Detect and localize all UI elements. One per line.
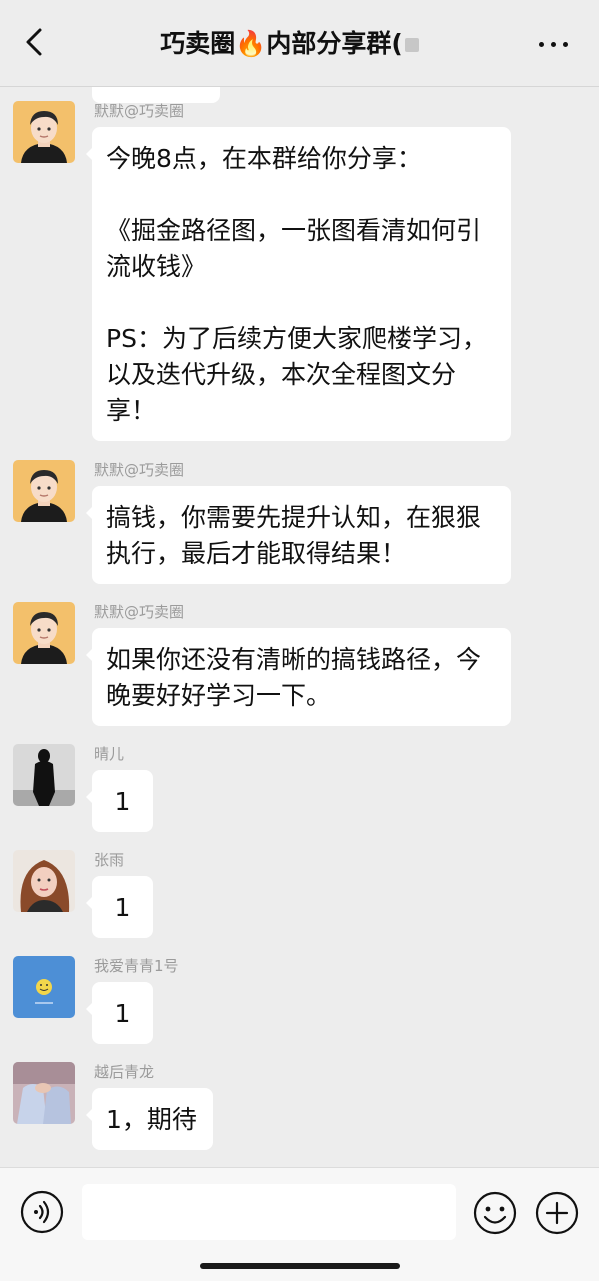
emoji-icon bbox=[473, 1191, 517, 1235]
message-input[interactable] bbox=[82, 1184, 456, 1240]
cartoon-man-avatar[interactable] bbox=[13, 602, 75, 664]
message-paragraph: PS：为了后续方便大家爬楼学习，以及迭代升级，本次全程图文分享！ bbox=[106, 324, 487, 425]
message-bubble[interactable]: 如果你还没有清晰的搞钱路径，今晚要好好学习一下。 bbox=[86, 628, 511, 726]
bubble-tail bbox=[86, 1108, 93, 1122]
more-functions-button[interactable] bbox=[534, 1190, 580, 1236]
voice-input-button[interactable] bbox=[20, 1190, 64, 1234]
message-bubble[interactable]: 1 bbox=[86, 770, 153, 832]
home-indicator bbox=[200, 1263, 400, 1269]
message-text: 搞钱，你需要先提升认知，在狠狠执行，最后才能取得结果！ bbox=[106, 503, 482, 568]
sender-name: 晴儿 bbox=[94, 745, 125, 763]
bubble-tail bbox=[86, 1002, 93, 1016]
message-text: 如果你还没有清晰的搞钱路径，今晚要好好学习一下。 bbox=[106, 645, 482, 710]
sender-name: 默默@巧卖圈 bbox=[94, 461, 185, 479]
cartoon-man-avatar[interactable] bbox=[13, 101, 75, 163]
title-text: 巧卖圈 bbox=[160, 29, 236, 58]
message-text: 1 bbox=[114, 787, 131, 816]
sender-name: 默默@巧卖圈 bbox=[94, 603, 185, 621]
message-paragraph: 今晚8点，在本群给你分享： bbox=[106, 144, 422, 173]
more-options-button[interactable] bbox=[535, 28, 571, 58]
more-dot-icon bbox=[539, 42, 544, 47]
bubble-tail bbox=[86, 506, 93, 520]
bubble-tail bbox=[86, 147, 93, 161]
chat-header: 巧卖圈🔥内部分享群( bbox=[0, 0, 599, 87]
sender-name: 张雨 bbox=[94, 851, 125, 869]
plus-icon bbox=[535, 1191, 579, 1235]
fire-emoji: 🔥 bbox=[235, 29, 267, 58]
sender-name: 默默@巧卖圈 bbox=[94, 102, 185, 120]
sender-name: 我爱青青1号 bbox=[94, 957, 179, 975]
message-bubble[interactable]: 1 bbox=[86, 876, 153, 938]
sender-name: 越后青龙 bbox=[94, 1063, 155, 1081]
cartoon-man-avatar[interactable] bbox=[13, 460, 75, 522]
message-text: 1，期待 bbox=[106, 1105, 197, 1134]
bubble-tail bbox=[86, 790, 93, 804]
message-bubble[interactable]: 搞钱，你需要先提升认知，在狠狠执行，最后才能取得结果！ bbox=[86, 486, 511, 584]
truncated-emoji-icon bbox=[404, 38, 419, 52]
woman-photo-avatar[interactable] bbox=[13, 850, 75, 912]
message-bubble[interactable]: 今晚8点，在本群给你分享： 《掘金路径图，一张图看清如何引流收钱》 PS：为了后… bbox=[86, 127, 511, 441]
more-dot-icon bbox=[563, 42, 568, 47]
smiley-blue-avatar[interactable] bbox=[13, 956, 75, 1018]
title-suffix: 内部分享群( bbox=[266, 29, 403, 58]
voice-icon bbox=[20, 1190, 64, 1234]
message-paragraph: 《掘金路径图，一张图看清如何引流收钱》 bbox=[106, 216, 482, 281]
silhouette-photo-avatar[interactable] bbox=[13, 744, 75, 806]
emoji-button[interactable] bbox=[472, 1190, 518, 1236]
hands-photo-avatar[interactable] bbox=[13, 1062, 75, 1124]
chat-title[interactable]: 巧卖圈🔥内部分享群( bbox=[70, 24, 509, 64]
back-button[interactable] bbox=[16, 22, 56, 62]
chevron-left-icon bbox=[26, 28, 42, 56]
bubble-tail bbox=[86, 896, 93, 910]
bubble-tail bbox=[86, 648, 93, 662]
message-list[interactable]: 默默@巧卖圈 今晚8点，在本群给你分享： 《掘金路径图，一张图看清如何引流收钱》… bbox=[0, 87, 599, 1167]
message-text: 1 bbox=[114, 999, 131, 1028]
message-text: 1 bbox=[114, 893, 131, 922]
message-bubble[interactable]: 1 bbox=[86, 982, 153, 1044]
more-dot-icon bbox=[551, 42, 556, 47]
message-bubble[interactable]: 1，期待 bbox=[86, 1088, 213, 1150]
